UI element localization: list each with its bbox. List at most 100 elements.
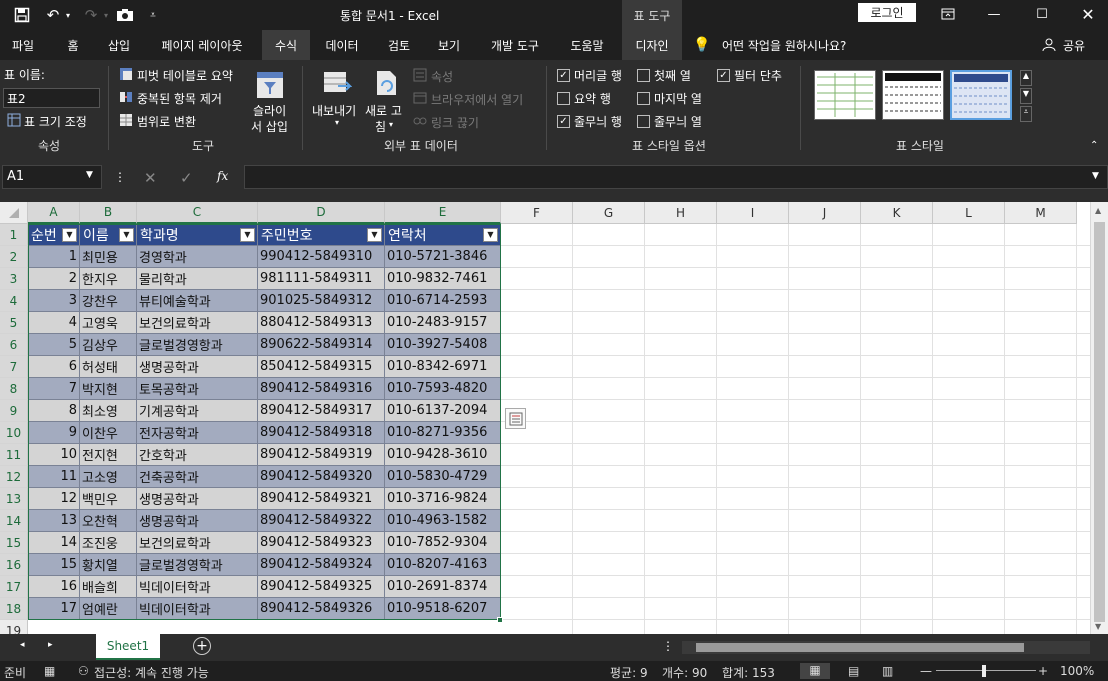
tab-split-handle[interactable]: ⋮ <box>662 639 674 653</box>
undo-dropdown-icon[interactable]: ▾ <box>63 5 73 25</box>
row-header-12[interactable]: 12 <box>0 466 28 488</box>
refresh-button[interactable]: 새로 고 <box>365 102 402 119</box>
refresh-button-line2[interactable]: 침 <box>375 118 386 135</box>
formula-more-icon[interactable]: ⋮ <box>114 170 126 184</box>
banded-rows-checkbox[interactable]: ✓ <box>557 115 570 128</box>
tab-insert[interactable]: 삽입 <box>98 30 140 60</box>
row-header-15[interactable]: 15 <box>0 532 28 554</box>
row-header-4[interactable]: 4 <box>0 290 28 312</box>
insert-slicer-button[interactable]: 슬라이 <box>253 102 286 119</box>
page-break-view-icon[interactable]: ▥ <box>882 664 893 678</box>
scroll-sheets-left-icon[interactable]: ◂ <box>20 640 25 650</box>
column-header-B[interactable]: B <box>80 202 137 224</box>
page-layout-view-icon[interactable]: ▤ <box>848 664 859 678</box>
vertical-scroll-thumb[interactable] <box>1094 222 1105 622</box>
column-header-I[interactable]: I <box>717 202 789 224</box>
column-header-G[interactable]: G <box>573 202 645 224</box>
table-style-blue-selected[interactable] <box>950 70 1012 120</box>
table-style-dark[interactable] <box>882 70 944 120</box>
scroll-down-icon[interactable]: ▼ <box>1095 622 1101 631</box>
name-box-dropdown-icon[interactable]: ▼ <box>86 170 93 180</box>
fill-handle[interactable] <box>497 617 503 623</box>
column-header-M[interactable]: M <box>1005 202 1077 224</box>
resize-table-button[interactable]: 표 크기 조정 <box>24 113 87 130</box>
column-header-A[interactable]: A <box>28 202 80 224</box>
column-header-F[interactable]: F <box>501 202 573 224</box>
save-icon[interactable] <box>10 5 34 25</box>
filter-button-checkbox[interactable]: ✓ <box>717 69 730 82</box>
row-header-16[interactable]: 16 <box>0 554 28 576</box>
horizontal-scroll-thumb[interactable] <box>696 643 1024 652</box>
table-properties-button[interactable]: 속성 <box>431 68 453 85</box>
cancel-icon[interactable]: ✕ <box>144 169 157 187</box>
select-all-corner[interactable] <box>0 202 28 224</box>
sum-readout[interactable]: 합계: 153 <box>722 664 775 681</box>
row-header-3[interactable]: 3 <box>0 268 28 290</box>
expand-formula-bar-icon[interactable]: ▼ <box>1092 171 1099 181</box>
row-header-14[interactable]: 14 <box>0 510 28 532</box>
minimize-icon[interactable]: — <box>982 5 1006 23</box>
redo-dropdown-icon[interactable]: ▾ <box>101 5 111 25</box>
sheet-tab-sheet1[interactable]: Sheet1 <box>96 634 160 660</box>
share-button[interactable]: 공유 <box>1060 30 1088 60</box>
customize-quick-access-icon[interactable]: ⩡ <box>146 5 160 25</box>
table-style-green[interactable] <box>814 70 876 120</box>
column-header-E[interactable]: E <box>385 202 501 224</box>
header-row-checkbox[interactable]: ✓ <box>557 69 570 82</box>
row-header-10[interactable]: 10 <box>0 422 28 444</box>
tab-design[interactable]: 디자인 <box>622 30 682 60</box>
average-readout[interactable]: 평균: 9 <box>610 664 648 681</box>
tab-data[interactable]: 데이터 <box>316 30 368 60</box>
row-header-7[interactable]: 7 <box>0 356 28 378</box>
convert-to-range-button[interactable]: 범위로 변환 <box>137 113 196 130</box>
row-header-5[interactable]: 5 <box>0 312 28 334</box>
zoom-level[interactable]: 100% <box>1060 664 1094 678</box>
styles-scroll-up-icon[interactable]: ▲ <box>1020 70 1032 86</box>
insert-function-icon[interactable]: fx <box>217 169 228 183</box>
export-button[interactable]: 내보내기 <box>312 102 356 119</box>
horizontal-scrollbar[interactable] <box>682 641 1090 654</box>
close-icon[interactable]: ✕ <box>1076 5 1100 24</box>
row-header-8[interactable]: 8 <box>0 378 28 400</box>
scroll-sheets-right-icon[interactable]: ▸ <box>48 640 53 650</box>
zoom-in-icon[interactable]: + <box>1038 664 1048 678</box>
pivot-summarize-button[interactable]: 피벗 테이블로 요약 <box>137 67 233 84</box>
refresh-dropdown-icon[interactable]: ▾ <box>389 120 393 129</box>
open-in-browser-button[interactable]: 브라우저에서 열기 <box>431 91 523 108</box>
first-column-checkbox[interactable] <box>637 69 650 82</box>
scroll-up-icon[interactable]: ▲ <box>1095 206 1101 215</box>
tab-developer[interactable]: 개발 도구 <box>480 30 550 60</box>
normal-view-icon[interactable]: ▦ <box>800 663 830 679</box>
zoom-out-icon[interactable]: — <box>920 664 932 678</box>
undo-icon[interactable]: ↶ <box>42 5 64 25</box>
worksheet-grid[interactable]: A B C D E F G H I J K L M 1 2 3 4 5 6 7 8 9 10 11 12 13 14 15 16 17 18… <box>0 202 1108 634</box>
login-button[interactable]: 로그인 <box>858 3 916 22</box>
column-header-K[interactable]: K <box>861 202 933 224</box>
banded-columns-checkbox[interactable] <box>637 115 650 128</box>
column-header-J[interactable]: J <box>789 202 861 224</box>
insert-slicer-button-line2[interactable]: 서 삽입 <box>251 118 288 135</box>
column-header-C[interactable]: C <box>137 202 258 224</box>
maximize-icon[interactable]: ☐ <box>1030 5 1054 23</box>
macro-record-icon[interactable]: ▦ <box>44 664 55 678</box>
unlink-button[interactable]: 링크 끊기 <box>431 114 479 131</box>
row-header-18[interactable]: 18 <box>0 598 28 620</box>
row-header-17[interactable]: 17 <box>0 576 28 598</box>
tab-page-layout[interactable]: 페이지 레이아웃 <box>150 30 254 60</box>
total-row-checkbox[interactable] <box>557 92 570 105</box>
count-readout[interactable]: 개수: 90 <box>662 664 707 681</box>
column-header-L[interactable]: L <box>933 202 1005 224</box>
enter-icon[interactable]: ✓ <box>180 169 193 187</box>
export-dropdown-icon[interactable]: ▾ <box>335 118 339 127</box>
camera-icon[interactable] <box>114 5 136 25</box>
remove-duplicates-button[interactable]: 중복된 항목 제거 <box>137 90 222 107</box>
tab-file[interactable]: 파일 <box>0 30 46 60</box>
collapse-ribbon-icon[interactable]: ⌃ <box>1090 140 1098 151</box>
styles-scroll-down-icon[interactable]: ▼ <box>1020 88 1032 104</box>
tab-home[interactable]: 홈 <box>55 30 91 60</box>
tell-me-search[interactable]: 어떤 작업을 원하시나요? <box>722 30 862 60</box>
ribbon-display-options-icon[interactable] <box>936 5 960 23</box>
last-column-checkbox[interactable] <box>637 92 650 105</box>
add-sheet-icon[interactable]: + <box>193 637 211 655</box>
tab-view[interactable]: 보기 <box>428 30 470 60</box>
